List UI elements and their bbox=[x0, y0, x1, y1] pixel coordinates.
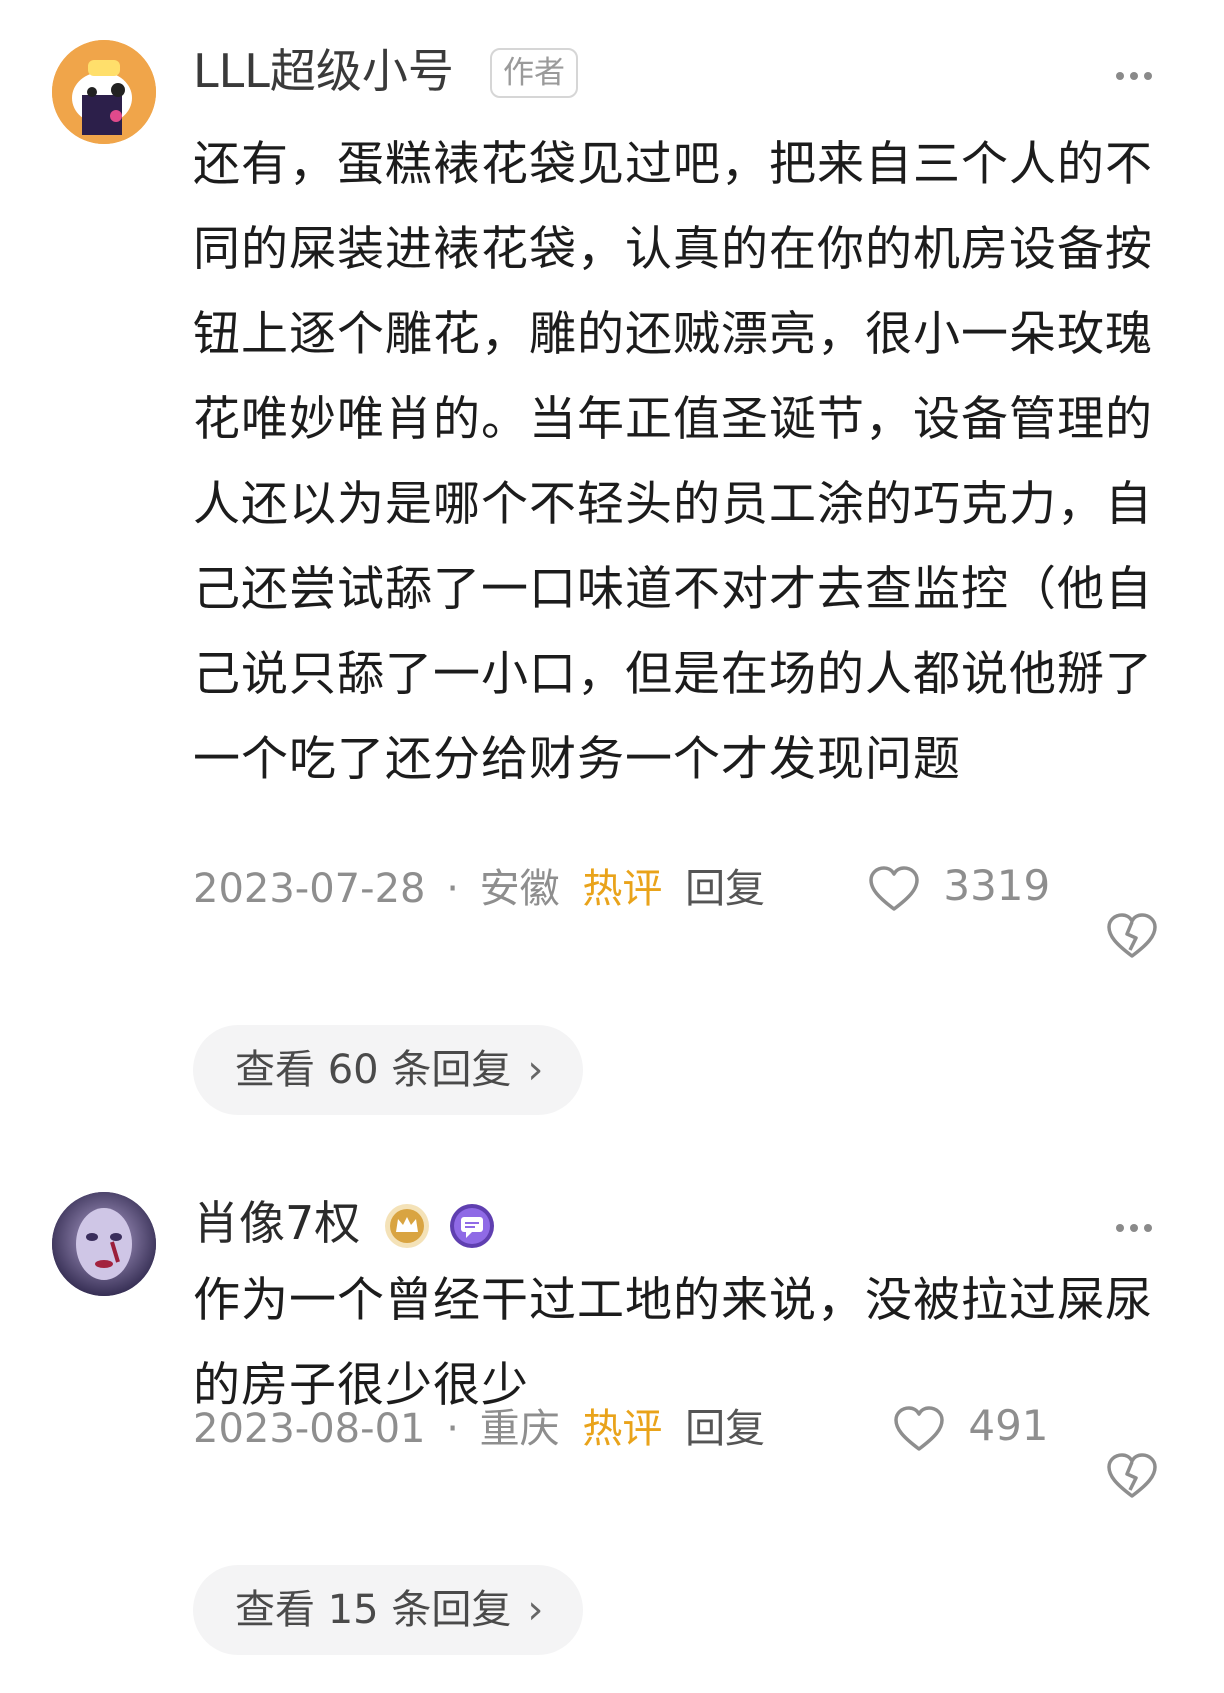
like-button[interactable]: 491 bbox=[893, 1402, 1049, 1453]
username[interactable]: 肖像7权 bbox=[193, 1196, 360, 1250]
username[interactable]: LLL超级小号 bbox=[193, 44, 454, 98]
dislike-button[interactable] bbox=[1106, 1452, 1158, 1504]
comment-meta: 2023-08-01 · 重庆 热评 回复 bbox=[193, 1405, 765, 1453]
like-button[interactable]: 3319 bbox=[868, 862, 1050, 913]
hot-comment-label: 热评 bbox=[582, 1406, 663, 1452]
reply-button[interactable]: 回复 bbox=[685, 866, 765, 912]
chat-badge-icon bbox=[448, 1202, 496, 1254]
broken-heart-icon bbox=[1106, 913, 1158, 964]
heart-icon bbox=[868, 861, 933, 911]
view-replies-label: 查看 60 条回复 bbox=[235, 1047, 512, 1093]
view-replies-label: 查看 15 条回复 bbox=[235, 1587, 512, 1633]
author-badge: 作者 bbox=[490, 48, 578, 98]
user-avatar[interactable] bbox=[52, 40, 156, 144]
comment-text: 还有，蛋糕裱花袋见过吧，把来自三个人的不同的屎装进裱花袋，认真的在你的机房设备按… bbox=[193, 137, 1153, 787]
comment-date: 2023-07-28 bbox=[193, 866, 426, 912]
crown-badge-icon bbox=[383, 1202, 431, 1254]
chevron-right-icon: › bbox=[527, 1047, 544, 1093]
reply-button[interactable]: 回复 bbox=[685, 1406, 765, 1452]
chevron-right-icon: › bbox=[527, 1587, 544, 1633]
heart-icon bbox=[893, 1401, 958, 1451]
broken-heart-icon bbox=[1106, 1453, 1158, 1504]
dislike-button[interactable] bbox=[1106, 912, 1158, 964]
meta-separator: · bbox=[446, 866, 459, 912]
meta-separator: · bbox=[446, 1406, 459, 1452]
comment-meta: 2023-07-28 · 安徽 热评 回复 bbox=[193, 865, 765, 913]
comment-date: 2023-08-01 bbox=[193, 1406, 426, 1452]
comment-location: 安徽 bbox=[479, 866, 560, 912]
hot-comment-label: 热评 bbox=[582, 866, 663, 912]
view-replies-button[interactable]: 查看 15 条回复 › bbox=[193, 1565, 584, 1655]
more-dots-icon[interactable] bbox=[1114, 1210, 1154, 1234]
like-count: 3319 bbox=[943, 861, 1051, 910]
view-replies-button[interactable]: 查看 60 条回复 › bbox=[193, 1025, 584, 1115]
more-dots-icon[interactable] bbox=[1114, 58, 1154, 82]
comment-location: 重庆 bbox=[479, 1406, 560, 1452]
like-count: 491 bbox=[968, 1401, 1049, 1450]
user-avatar[interactable] bbox=[52, 1192, 156, 1296]
